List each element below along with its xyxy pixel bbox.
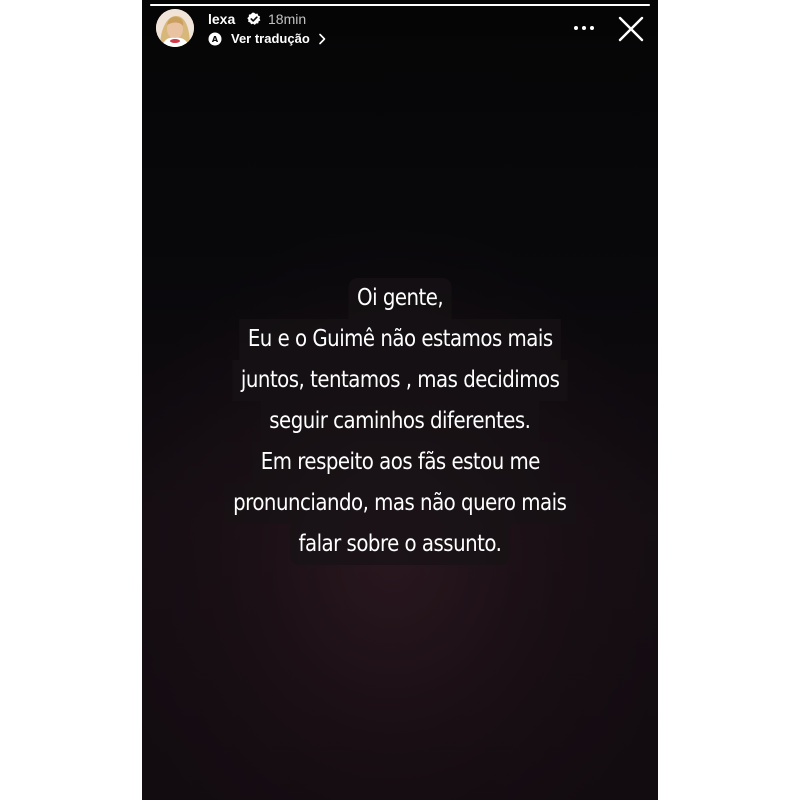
svg-text:A: A (212, 35, 219, 44)
story-text-line-wrap: Eu e o Guimê não estamos mais (142, 319, 658, 360)
chevron-right-icon (318, 33, 326, 45)
story-text-line-wrap: falar sobre o assunto. (142, 524, 658, 565)
story-text-line: falar sobre o assunto. (289, 524, 511, 565)
page-frame: lexa 18min A Ver tradução Oi gente, Eu e… (0, 0, 800, 800)
story-text-line-wrap: pronunciando, mas não quero mais (142, 483, 658, 524)
story-text-line: Eu e o Guimê não estamos mais (238, 319, 562, 360)
story-text-line-wrap: juntos, tentamos , mas decidimos (142, 360, 658, 401)
story-text-line: Oi gente, (348, 278, 452, 319)
story-text-line-wrap: Em respeito aos fãs estou me (142, 442, 658, 483)
close-icon[interactable] (616, 14, 646, 44)
avatar-image (156, 9, 194, 47)
translate-button[interactable]: A Ver tradução (208, 30, 327, 48)
username[interactable]: lexa (208, 10, 235, 28)
translate-label: Ver tradução (231, 31, 310, 46)
story-text-line: seguir caminhos diferentes. (260, 401, 540, 442)
story-text-line: juntos, tentamos , mas decidimos (232, 360, 568, 401)
verified-badge-icon (247, 12, 261, 25)
story-text-box: Oi gente, Eu e o Guimê não estamos mais ju… (142, 278, 658, 565)
story-text-line-wrap: seguir caminhos diferentes. (142, 401, 658, 442)
story-text-line: pronunciando, mas não quero mais (224, 483, 576, 524)
post-time: 18min (268, 11, 307, 27)
story-text-line: Em respeito aos fãs estou me (251, 442, 549, 483)
story-viewer: lexa 18min A Ver tradução Oi gente, Eu e… (142, 0, 658, 800)
avatar[interactable] (156, 9, 194, 47)
story-text-line-wrap: Oi gente, (142, 278, 658, 319)
story-header: lexa 18min A Ver tradução (142, 0, 658, 60)
translate-icon: A (208, 32, 222, 46)
more-icon[interactable] (570, 18, 598, 38)
